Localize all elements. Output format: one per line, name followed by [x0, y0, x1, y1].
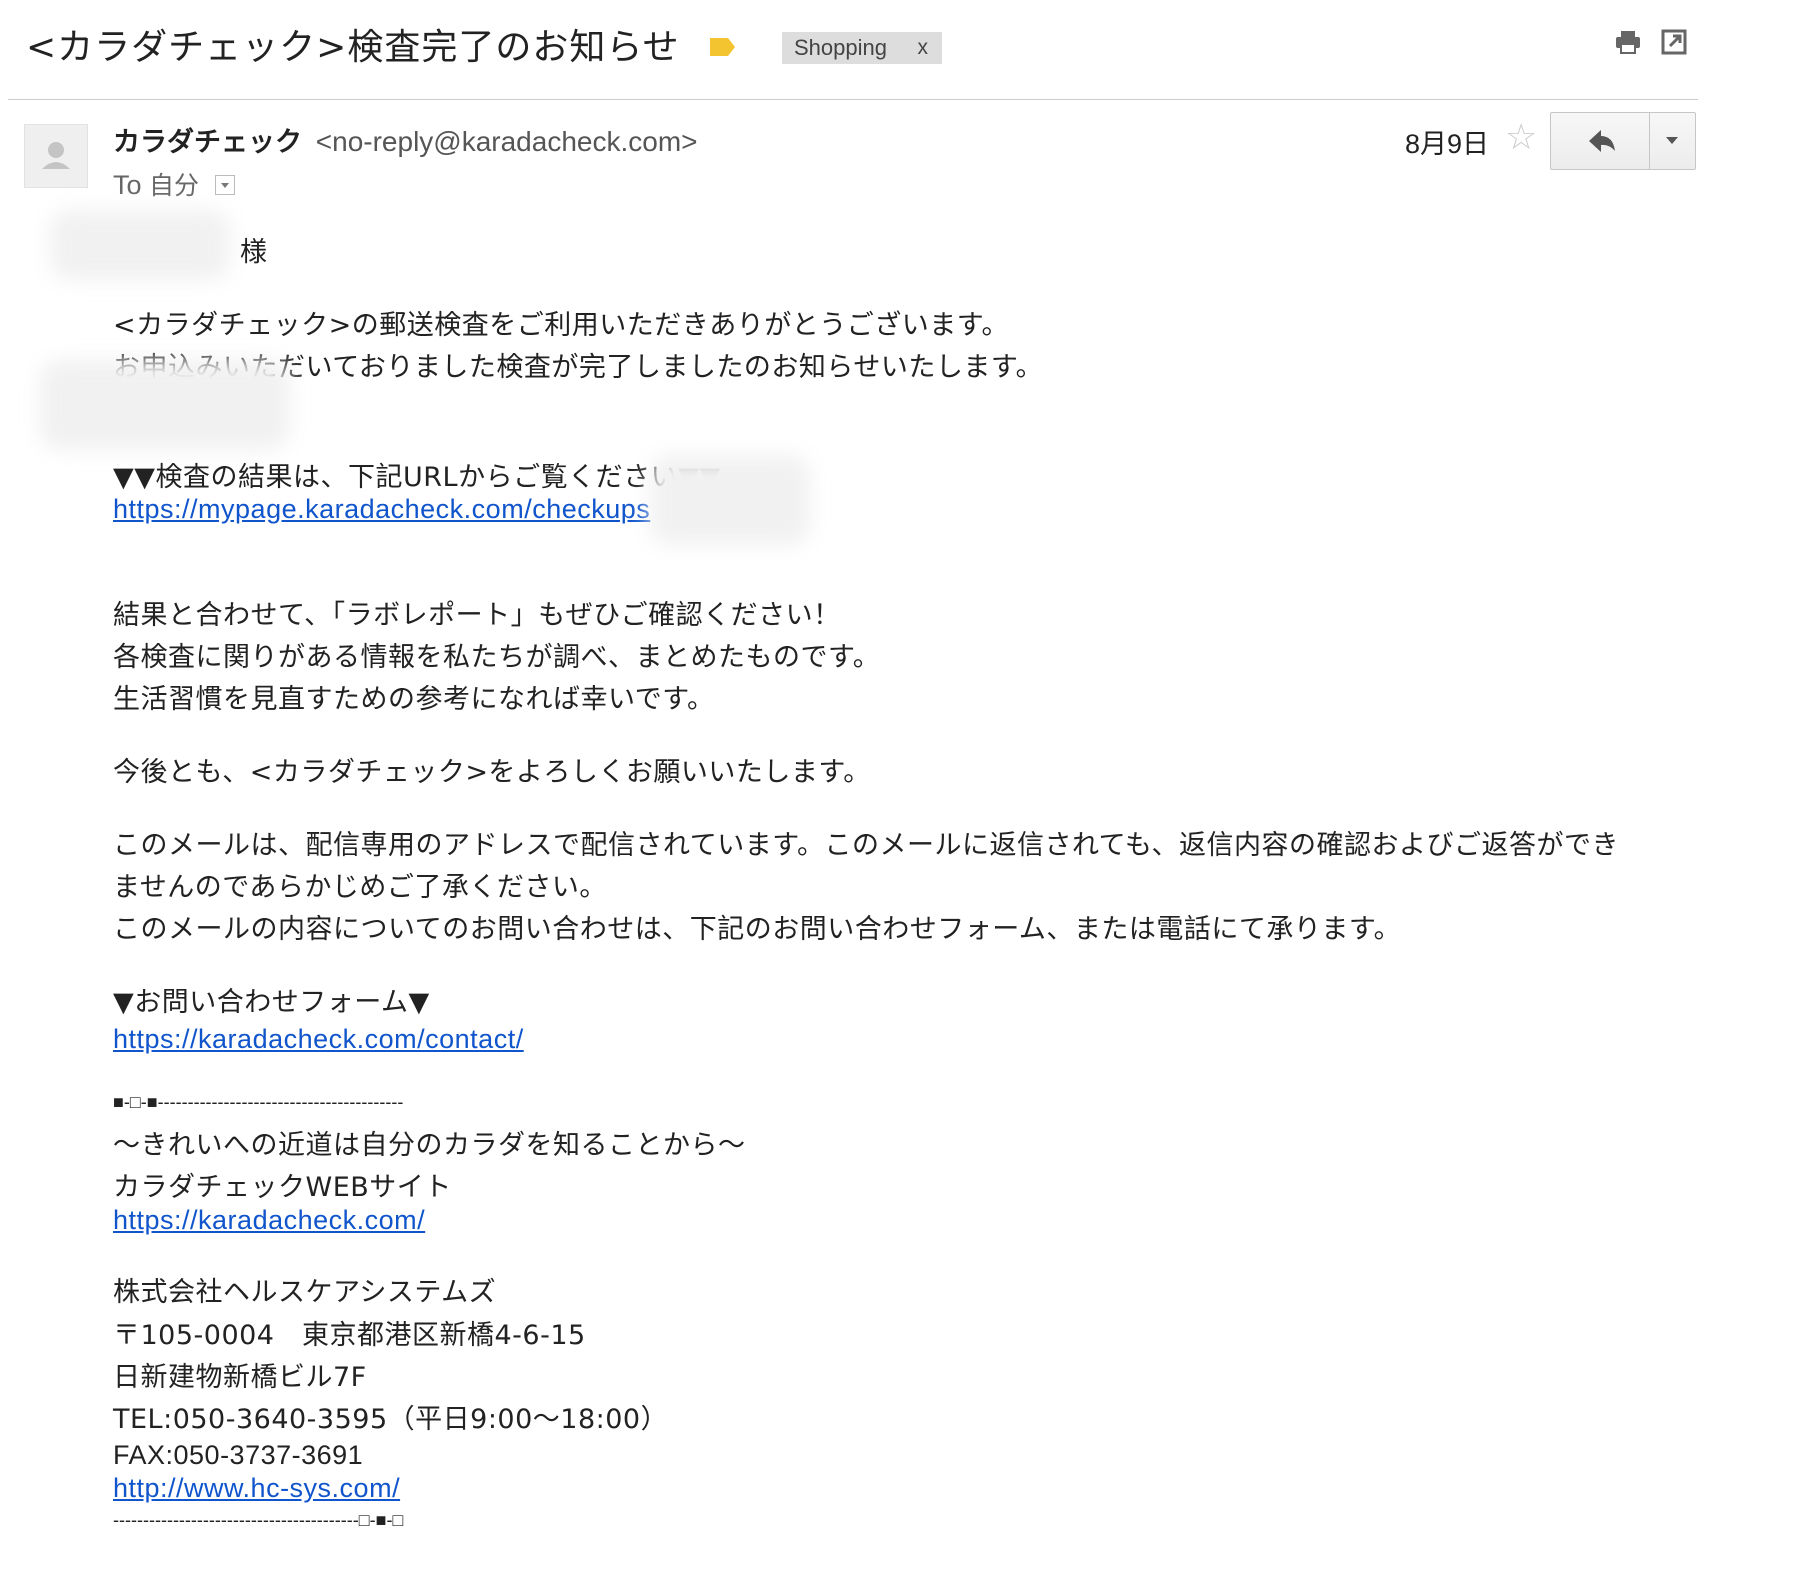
sender-line: カラダチェック <no-reply@karadacheck.com>: [113, 120, 698, 159]
contact-heading: ▼お問い合わせフォーム▼: [113, 987, 430, 1018]
company-address-1: 〒105-0004 東京都港区新橋4-6-15: [113, 1320, 586, 1351]
company-link[interactable]: http://www.hc-sys.com/: [113, 1473, 400, 1503]
result-heading: ▼▼検査の結果は、下記URLからご覧ください▼▼: [113, 462, 721, 493]
recipient-line: To 自分: [113, 166, 235, 202]
star-icon[interactable]: ☆: [1505, 118, 1537, 158]
email-subject: <カラダチェック>検査完了のお知らせ: [26, 27, 680, 68]
intro-line-1: <カラダチェック>の郵送検査をご利用いただきありがとうございます。: [113, 310, 1010, 341]
contact-form-link[interactable]: https://karadacheck.com/contact/: [113, 1024, 524, 1054]
show-details-dropdown[interactable]: [214, 174, 235, 195]
reply-icon: [1589, 130, 1615, 152]
subject-divider: [8, 99, 1698, 100]
label-icon[interactable]: [708, 36, 736, 58]
redacted-url-suffix: [650, 455, 810, 545]
closing-line: 今後とも、<カラダチェック>をよろしくお願いいたします。: [113, 757, 871, 788]
company-address-2: 日新建物新橋ビル7F: [113, 1362, 367, 1393]
message-date: 8月9日: [1405, 129, 1490, 159]
salutation-suffix: 様: [240, 237, 268, 268]
sender-avatar: [24, 124, 88, 188]
notice-line-2: ませんのであらかじめご了承ください。: [113, 872, 607, 903]
print-icon[interactable]: [1612, 26, 1644, 58]
recipient-me: 自分: [149, 171, 200, 200]
company-fax: FAX:050-3737-3691: [113, 1440, 364, 1470]
notice-line-1: このメールは、配信専用のアドレスで配信されています。このメールに返信されても、返…: [113, 830, 1620, 861]
label-chip-text: Shopping: [794, 35, 887, 60]
lab-report-line-2: 各検査に関りがある情報を私たちが調べ、まとめたものです。: [113, 642, 881, 673]
sender-email: <no-reply@karadacheck.com>: [315, 126, 698, 157]
sender-name[interactable]: カラダチェック: [113, 127, 302, 158]
reply-button[interactable]: [1551, 113, 1650, 169]
signature-rule-bottom: ----------------------------------------…: [113, 1510, 404, 1530]
lab-report-line-3: 生活習慣を見直すための参考になれば幸いです。: [113, 684, 715, 715]
company-tel: TEL:050-3640-3595（平日9:00〜18:00）: [113, 1404, 669, 1435]
more-actions-button[interactable]: [1649, 113, 1695, 169]
notice-line-3: このメールの内容についてのお問い合わせは、下記のお問い合わせフォーム、または電話…: [113, 914, 1402, 945]
lab-report-line-1: 結果と合わせて、「ラボレポート」もぜひご確認ください！: [113, 600, 841, 631]
signature-rule-top: ■-□-■-----------------------------------…: [113, 1092, 404, 1112]
label-chip-shopping: Shopping x: [782, 32, 942, 64]
subject-bar: <カラダチェック>検査完了のお知らせ Shopping x: [0, 0, 1700, 100]
site-link[interactable]: https://karadacheck.com/: [113, 1205, 425, 1235]
redacted-block: [40, 360, 290, 450]
redacted-recipient-name: [50, 210, 230, 280]
result-link[interactable]: https://mypage.karadacheck.com/checkups: [113, 494, 650, 524]
signature-tagline: 〜きれいへの近道は自分のカラダを知ることから〜: [113, 1130, 746, 1161]
remove-label-button[interactable]: x: [918, 32, 929, 64]
to-prefix: To: [113, 170, 142, 200]
reply-button-group: [1550, 112, 1696, 170]
signature-site-name: カラダチェックWEBサイト: [113, 1172, 452, 1203]
open-in-new-window-icon[interactable]: [1658, 26, 1690, 58]
person-icon: [42, 142, 70, 169]
company-name: 株式会社ヘルスケアシステムズ: [113, 1277, 497, 1308]
